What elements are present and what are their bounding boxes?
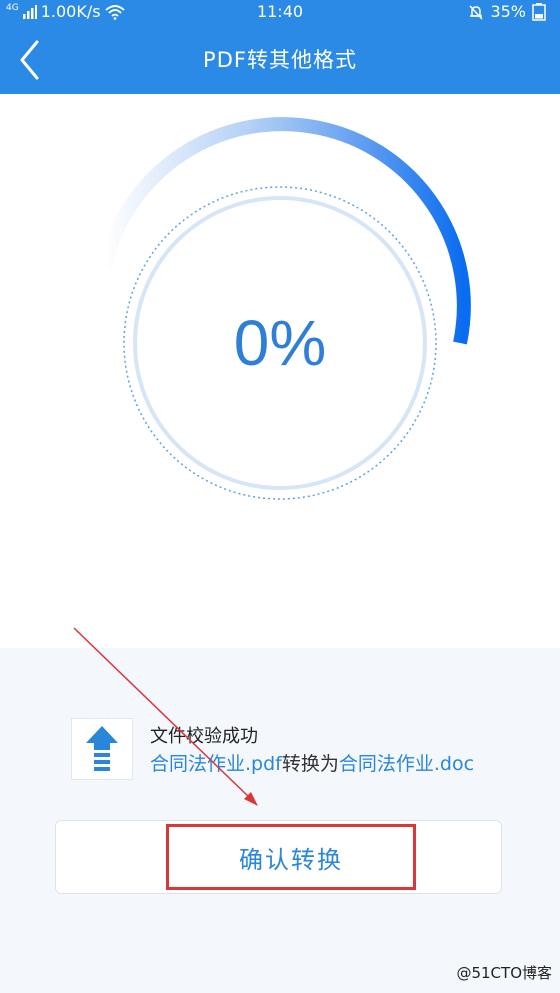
bell-off-icon: [469, 4, 483, 20]
conversion-panel: 文件校验成功 合同法作业.pdf转换为合同法作业.doc 确认转换 @51CTO…: [0, 648, 560, 993]
watermark: @51CTO博客: [456, 964, 552, 982]
status-right: 35%: [468, 2, 546, 21]
battery-icon: [532, 2, 546, 21]
battery-level: 35%: [490, 2, 526, 21]
progress-percent: 0%: [233, 307, 327, 379]
status-bar: 4G 1.00K/s 11:40 35%: [0, 0, 560, 24]
source-file-name: 合同法作业.pdf: [150, 753, 282, 775]
page-title: PDF转其他格式: [203, 48, 357, 72]
upload-arrow-icon: [86, 726, 118, 771]
confirm-convert-button[interactable]: 确认转换: [166, 824, 416, 890]
app-header: PDF转其他格式: [0, 24, 560, 94]
progress-area: 0%: [0, 94, 560, 648]
file-status-icon-box: [71, 718, 133, 780]
target-file-name: 合同法作业.doc: [338, 753, 475, 775]
confirm-card: 确认转换: [55, 820, 502, 894]
file-status-title: 文件校验成功: [150, 726, 258, 747]
convert-connector: 转换为: [281, 753, 339, 775]
file-status-detail: 合同法作业.pdf转换为合同法作业.doc: [150, 749, 474, 776]
